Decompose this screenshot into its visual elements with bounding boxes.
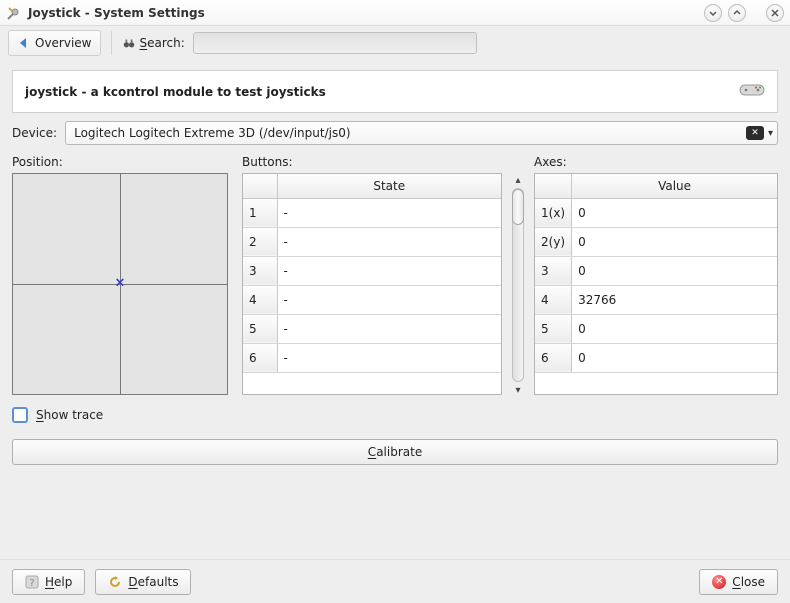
help-label: Help bbox=[45, 575, 72, 589]
axis-row-index: 2(y) bbox=[535, 227, 572, 256]
table-row: 50 bbox=[535, 314, 777, 343]
table-row: 5- bbox=[243, 314, 501, 343]
button-row-index: 5 bbox=[243, 314, 277, 343]
scroll-down-icon[interactable]: ▾ bbox=[515, 384, 520, 396]
device-row: Device: Logitech Logitech Extreme 3D (/d… bbox=[12, 121, 778, 145]
defaults-label: Defaults bbox=[128, 575, 178, 589]
axes-table: Value 1(x)02(y)0304327665060 bbox=[535, 174, 777, 373]
buttons-table-wrap: State 1-2-3-4-5-6- bbox=[242, 173, 502, 395]
window-title: Joystick - System Settings bbox=[28, 6, 698, 20]
axes-section: Axes: Value 1(x)02(y)0304327665060 bbox=[534, 155, 778, 423]
table-row: 30 bbox=[535, 256, 777, 285]
table-row: 1- bbox=[243, 198, 501, 227]
axis-row-index: 1(x) bbox=[535, 198, 572, 227]
position-label: Position: bbox=[12, 155, 232, 169]
minimize-button[interactable] bbox=[704, 4, 722, 22]
table-row: 6- bbox=[243, 343, 501, 372]
search-label-wrap: Search: bbox=[122, 36, 185, 50]
window-titlebar: Joystick - System Settings bbox=[0, 0, 790, 26]
table-row: 4- bbox=[243, 285, 501, 314]
axis-row-index: 6 bbox=[535, 343, 572, 372]
axis-row-value: 0 bbox=[572, 314, 777, 343]
axis-row-value: 0 bbox=[572, 256, 777, 285]
button-row-state: - bbox=[277, 227, 501, 256]
table-row: 2(y)0 bbox=[535, 227, 777, 256]
clear-icon[interactable]: ✕ bbox=[746, 126, 764, 140]
button-row-state: - bbox=[277, 314, 501, 343]
position-section: Position: × Show trace bbox=[12, 155, 232, 423]
buttons-header-state: State bbox=[277, 174, 501, 198]
button-row-state: - bbox=[277, 256, 501, 285]
button-row-index: 3 bbox=[243, 256, 277, 285]
axes-header-corner bbox=[535, 174, 572, 198]
table-row: 432766 bbox=[535, 285, 777, 314]
scroll-up-icon[interactable]: ▴ bbox=[515, 174, 520, 186]
axes-header-value: Value bbox=[572, 174, 777, 198]
button-row-state: - bbox=[277, 198, 501, 227]
table-row: 1(x)0 bbox=[535, 198, 777, 227]
toolbar: Overview Search: bbox=[0, 26, 790, 60]
calibrate-button[interactable]: Calibrate bbox=[12, 439, 778, 465]
maximize-button[interactable] bbox=[728, 4, 746, 22]
show-trace-row: Show trace bbox=[12, 407, 232, 423]
axis-row-value: 0 bbox=[572, 343, 777, 372]
chevron-down-icon: ▾ bbox=[768, 128, 773, 139]
defaults-button[interactable]: Defaults bbox=[95, 569, 191, 595]
module-header: joystick - a kcontrol module to test joy… bbox=[12, 70, 778, 113]
axis-row-value: 0 bbox=[572, 198, 777, 227]
search-label: Search: bbox=[140, 36, 185, 50]
back-arrow-icon bbox=[17, 36, 31, 50]
close-window-button[interactable] bbox=[766, 4, 784, 22]
gamepad-icon bbox=[739, 81, 765, 102]
button-row-index: 6 bbox=[243, 343, 277, 372]
axis-row-value: 0 bbox=[572, 227, 777, 256]
close-button[interactable]: ✕ Close bbox=[699, 569, 778, 595]
device-value: Logitech Logitech Extreme 3D (/dev/input… bbox=[74, 126, 350, 140]
button-row-state: - bbox=[277, 343, 501, 372]
axis-row-index: 5 bbox=[535, 314, 572, 343]
button-row-index: 4 bbox=[243, 285, 277, 314]
reset-icon bbox=[108, 575, 122, 589]
button-row-index: 2 bbox=[243, 227, 277, 256]
vertical-scrollbar[interactable]: ▴ ▾ bbox=[512, 174, 524, 396]
scrollbar-thumb[interactable] bbox=[512, 189, 524, 225]
binoculars-icon bbox=[122, 36, 136, 50]
help-icon: ? bbox=[25, 575, 39, 589]
scrollbar-track[interactable] bbox=[512, 188, 524, 382]
axis-row-value: 32766 bbox=[572, 285, 777, 314]
search-input[interactable] bbox=[193, 32, 477, 54]
axis-row-index: 3 bbox=[535, 256, 572, 285]
close-label: Close bbox=[732, 575, 765, 589]
wrench-screwdriver-icon bbox=[6, 5, 22, 21]
overview-label: Overview bbox=[35, 36, 92, 50]
calibrate-label: Calibrate bbox=[368, 445, 422, 459]
button-row-state: - bbox=[277, 285, 501, 314]
help-button[interactable]: ? Help bbox=[12, 569, 85, 595]
table-row: 60 bbox=[535, 343, 777, 372]
show-trace-checkbox[interactable] bbox=[12, 407, 28, 423]
toolbar-separator bbox=[111, 31, 112, 55]
dialog-footer: ? Help Defaults ✕ Close bbox=[0, 559, 790, 603]
buttons-header-corner bbox=[243, 174, 277, 198]
device-label: Device: bbox=[12, 126, 57, 140]
axes-table-wrap: Value 1(x)02(y)0304327665060 bbox=[534, 173, 778, 395]
show-trace-label[interactable]: Show trace bbox=[36, 408, 103, 422]
position-marker: × bbox=[115, 276, 126, 291]
buttons-table: State 1-2-3-4-5-6- bbox=[243, 174, 501, 373]
buttons-label: Buttons: bbox=[242, 155, 502, 169]
overview-button[interactable]: Overview bbox=[8, 30, 101, 56]
svg-text:?: ? bbox=[29, 578, 34, 589]
position-canvas: × bbox=[12, 173, 228, 395]
device-combobox[interactable]: Logitech Logitech Extreme 3D (/dev/input… bbox=[65, 121, 778, 145]
module-description: joystick - a kcontrol module to test joy… bbox=[25, 85, 326, 99]
close-icon: ✕ bbox=[712, 575, 726, 589]
button-row-index: 1 bbox=[243, 198, 277, 227]
buttons-section: Buttons: State 1-2-3-4-5-6- bbox=[242, 155, 502, 423]
axes-label: Axes: bbox=[534, 155, 778, 169]
table-row: 3- bbox=[243, 256, 501, 285]
table-row: 2- bbox=[243, 227, 501, 256]
axis-row-index: 4 bbox=[535, 285, 572, 314]
